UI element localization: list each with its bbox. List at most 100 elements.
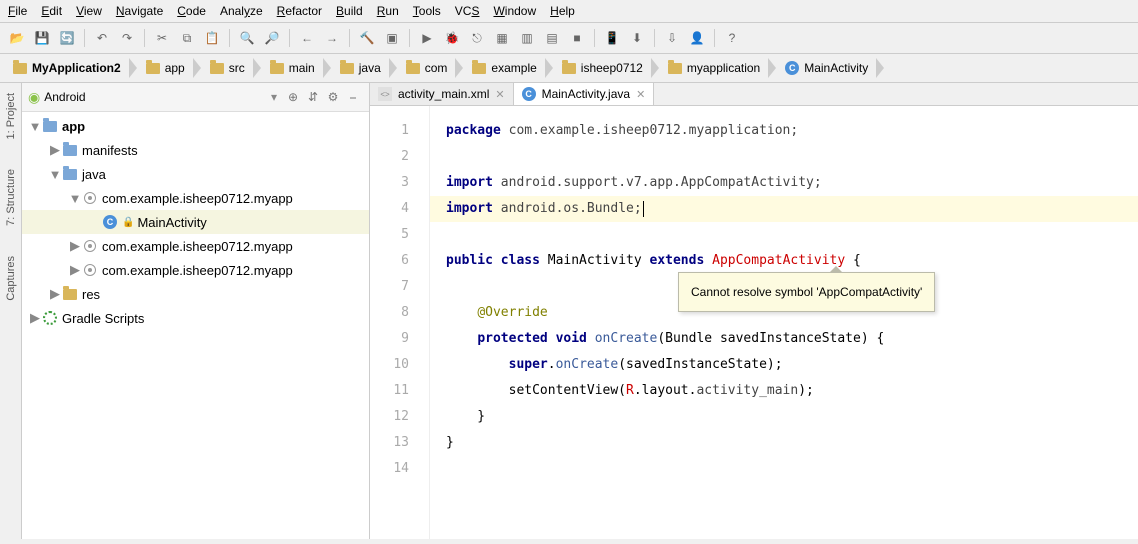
code-line[interactable] [446,144,1138,170]
tree-twisty[interactable]: ▶ [48,286,62,302]
toolbar-sdk-button[interactable]: ⬇ [626,27,648,49]
collapse-icon[interactable]: ⊕ [283,87,303,107]
tree-item[interactable]: ▶manifests [22,138,369,162]
toolbar-stop-button[interactable]: ▦ [491,27,513,49]
android-icon: ◉ [28,89,40,106]
tool-window-captures[interactable]: Captures [5,256,17,301]
toolbar-debug-button[interactable]: 🐞 [441,27,463,49]
tree-twisty[interactable]: ▼ [28,119,42,134]
toolbar-attach-button[interactable]: ⎋ [466,27,488,49]
menu-code[interactable]: Code [177,4,206,18]
code-line[interactable]: public class MainActivity extends AppCom… [446,248,1138,274]
project-tree[interactable]: ▼app▶manifests▼java▼com.example.isheep07… [22,112,369,539]
menu-vcs[interactable]: VCS [455,4,480,18]
toolbar-sync-button[interactable]: 🔄 [56,27,78,49]
editor-area: <>activity_main.xml✕CMainActivity.java✕ … [370,83,1138,539]
editor-tab[interactable]: CMainActivity.java✕ [514,83,655,105]
toolbar-redo-button[interactable]: ↷ [116,27,138,49]
code-line[interactable]: import android.support.v7.app.AppCompatA… [446,170,1138,196]
code-line[interactable] [446,222,1138,248]
menu-navigate[interactable]: Navigate [116,4,163,18]
tree-twisty[interactable]: ▶ [48,142,62,158]
toolbar-cut-button[interactable]: ✂ [151,27,173,49]
close-icon[interactable]: ✕ [495,88,504,101]
menu-analyze[interactable]: Analyze [220,4,263,18]
tree-item[interactable]: ▼java [22,162,369,186]
toolbar-undo-button[interactable]: ↶ [91,27,113,49]
expand-icon[interactable]: ⇵ [303,87,323,107]
tree-item[interactable]: ▼app [22,114,369,138]
tree-item[interactable]: ▶Gradle Scripts [22,306,369,330]
tree-twisty[interactable]: ▼ [68,191,82,206]
toolbar-find-button[interactable]: 🔍 [236,27,258,49]
tree-twisty[interactable]: ▶ [68,262,82,278]
code-line[interactable]: } [446,404,1138,430]
close-icon[interactable]: ✕ [636,88,645,101]
breadcrumb-item[interactable]: CMainActivity [778,58,878,78]
tree-item[interactable]: ▼com.example.isheep0712.myapp [22,186,369,210]
tree-twisty[interactable]: ▼ [48,167,62,182]
code-line[interactable] [446,456,1138,482]
folder-icon [471,60,487,76]
editor-tab[interactable]: <>activity_main.xml✕ [370,83,514,105]
tree-twisty[interactable]: ▶ [68,238,82,254]
tree-item[interactable]: ▶res [22,282,369,306]
toolbar-back-button[interactable]: ← [296,27,318,49]
chevron-down-icon[interactable]: ▾ [271,90,277,104]
tool-window-structure[interactable]: 7: Structure [5,169,17,226]
code-editor[interactable]: 1234567891011121314 package com.example.… [370,106,1138,539]
menu-view[interactable]: View [76,4,102,18]
toolbar-avd-button[interactable]: 📱 [601,27,623,49]
menu-run[interactable]: Run [377,4,399,18]
menu-help[interactable]: Help [550,4,575,18]
menu-build[interactable]: Build [336,4,363,18]
save-icon: 💾 [35,31,50,45]
breadcrumb-item[interactable]: main [263,58,325,78]
breadcrumb-item[interactable]: app [139,58,195,78]
toolbar-layout-button[interactable]: ▥ [516,27,538,49]
code-line[interactable]: } [446,430,1138,456]
toolbar-save-button[interactable]: 💾 [31,27,53,49]
breadcrumb-item[interactable]: java [333,58,391,78]
hide-icon[interactable]: ⎯ [343,87,363,107]
sidebar-view-selector[interactable]: ◉ Android [28,89,271,106]
tree-item[interactable]: ▶com.example.isheep0712.myapp [22,234,369,258]
tool-window-project[interactable]: 1: Project [5,93,17,139]
line-number: 8 [370,300,409,326]
toolbar-fwd-button[interactable]: → [321,27,343,49]
menu-refactor[interactable]: Refactor [277,4,322,18]
toolbar-make-button[interactable]: ▣ [381,27,403,49]
breadcrumb-item[interactable]: myapplication [661,58,770,78]
toolbar-copy-button[interactable]: ⧉ [176,27,198,49]
menu-tools[interactable]: Tools [413,4,441,18]
toolbar-stop2-button[interactable]: ■ [566,27,588,49]
toolbar-open-button[interactable]: 📂 [6,27,28,49]
toolbar-paste-button[interactable]: 📋 [201,27,223,49]
toolbar-replace-button[interactable]: 🔎 [261,27,283,49]
code-line[interactable]: super.onCreate(savedInstanceState); [446,352,1138,378]
toolbar-build-button[interactable]: 🔨 [356,27,378,49]
breadcrumb-item[interactable]: com [399,58,458,78]
gear-icon[interactable]: ⚙ [323,87,343,107]
code-line[interactable]: import android.os.Bundle; [430,196,1138,222]
code-line[interactable]: package com.example.isheep0712.myapplica… [446,118,1138,144]
breadcrumb-item[interactable]: src [203,58,255,78]
toolbar-update-button[interactable]: ⇩ [661,27,683,49]
line-number: 7 [370,274,409,300]
code-line[interactable]: protected void onCreate(Bundle savedInst… [446,326,1138,352]
menu-edit[interactable]: Edit [41,4,62,18]
tree-item[interactable]: ▶com.example.isheep0712.myapp [22,258,369,282]
menu-file[interactable]: File [8,4,27,18]
breadcrumb-item[interactable]: example [465,58,546,78]
code-content[interactable]: package com.example.isheep0712.myapplica… [430,106,1138,539]
breadcrumb-item[interactable]: MyApplication2 [6,58,131,78]
toolbar-user-button[interactable]: 👤 [686,27,708,49]
toolbar-help-button[interactable]: ? [721,27,743,49]
tree-twisty[interactable]: ▶ [28,310,42,326]
toolbar-run-button[interactable]: ▶ [416,27,438,49]
menu-window[interactable]: Window [493,4,536,18]
breadcrumb-item[interactable]: isheep0712 [555,58,653,78]
toolbar-monitor-button[interactable]: ▤ [541,27,563,49]
code-line[interactable]: setContentView(R.layout.activity_main); [446,378,1138,404]
tree-item[interactable]: C🔒MainActivity [22,210,369,234]
